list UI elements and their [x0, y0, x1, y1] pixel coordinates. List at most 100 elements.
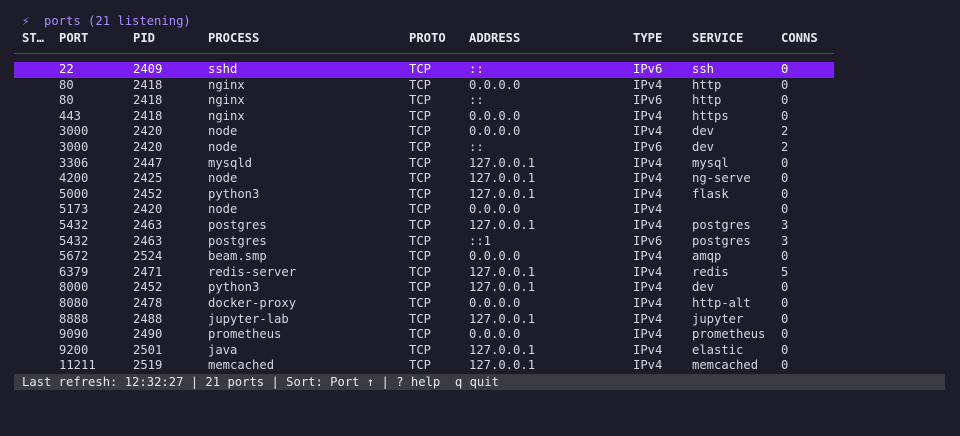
proto-cell: TCP — [409, 249, 432, 264]
proto-cell: TCP — [409, 77, 432, 92]
service-cell: elastic — [692, 342, 744, 357]
table-row[interactable]: 9200 2501 java TCP 127.0.0.1 IPv4 elastic 0 — [14, 343, 834, 359]
table-row[interactable]: 5432 2463 postgres TCP::1 IPv6 postgres 3 — [14, 234, 834, 250]
service-cell: dev — [692, 139, 715, 154]
type-cell: IPv4 — [633, 202, 663, 217]
table-row[interactable]: 5672 2524 beam.smp TCP 0.0.0.0 IPv4 amqp 0 — [14, 249, 834, 265]
proto-cell: TCP — [409, 264, 432, 279]
address-cell: 127.0.0.1 — [469, 186, 536, 201]
pid-cell: 2490 — [133, 327, 163, 342]
table-row[interactable]: 4200 2425 node TCP 127.0.0.1 IPv4 ng-serve 0 — [14, 171, 834, 187]
address-cell: :: — [469, 93, 484, 108]
column-header-pid[interactable]: PID — [133, 30, 155, 46]
proto-cell: TCP — [409, 358, 432, 373]
table-row[interactable]: 80 2418 nginx TCP:: IPv6 http 0 — [14, 93, 834, 109]
proto-cell: TCP — [409, 139, 432, 154]
header-divider — [14, 53, 834, 54]
proto-cell: TCP — [409, 295, 432, 310]
type-cell: IPv4 — [633, 186, 663, 201]
table-row[interactable]: 5173 2420 node TCP 0.0.0.0 IPv4 0 — [14, 202, 834, 218]
column-header-port[interactable]: PORT — [59, 30, 88, 46]
service-cell: ssh — [692, 62, 715, 76]
type-cell: IPv4 — [633, 311, 663, 326]
conns-cell: 0 — [781, 342, 789, 357]
type-cell: IPv4 — [633, 264, 663, 279]
table-row[interactable]: 11211 2519 memcached TCP 127.0.0.1 IPv4 memcac… — [14, 358, 834, 374]
process-cell: node — [208, 202, 238, 217]
port-cell: 8000 — [59, 280, 89, 295]
column-header-type[interactable]: TYPE — [633, 30, 662, 46]
pid-cell: 2501 — [133, 342, 163, 357]
column-header-address[interactable]: ADDRESS — [469, 30, 520, 46]
port-cell: 3000 — [59, 139, 89, 154]
address-cell: 127.0.0.1 — [469, 342, 536, 357]
pid-cell: 2418 — [133, 77, 163, 92]
process-cell: nginx — [208, 93, 245, 108]
process-cell: python3 — [208, 280, 260, 295]
table-row-selected[interactable]: 22 2409 sshd TCP:: IPv6 ssh 0 — [14, 62, 834, 78]
address-cell: 0.0.0.0 — [469, 124, 521, 139]
pid-cell: 2488 — [133, 311, 163, 326]
table-row[interactable]: 8080 2478 docker-proxy TCP 0.0.0.0 IPv4 http-a… — [14, 296, 834, 312]
conns-cell: 0 — [781, 155, 789, 170]
table-row[interactable]: 3306 2447 mysqld TCP 127.0.0.1 IPv4 mysql 0 — [14, 156, 834, 172]
proto-cell: TCP — [409, 202, 432, 217]
panel-title: ⚡ ports (21 listening) — [22, 13, 191, 29]
pid-cell: 2418 — [133, 93, 163, 108]
column-header-state[interactable]: ST… — [22, 30, 44, 46]
column-header-service[interactable]: SERVICE — [692, 30, 743, 46]
table-row[interactable]: 5000 2452 python3 TCP 127.0.0.1 IPv4 flask 0 — [14, 187, 834, 203]
type-cell: IPv4 — [633, 327, 663, 342]
process-cell: node — [208, 171, 238, 186]
service-cell: prometheus — [692, 327, 766, 342]
panel-title-text: ports (21 listening) — [44, 14, 191, 28]
type-cell: IPv4 — [633, 217, 663, 232]
proto-cell: TCP — [409, 108, 432, 123]
pid-cell: 2452 — [133, 186, 163, 201]
table-row[interactable]: 8000 2452 python3 TCP 127.0.0.1 IPv4 dev 0 — [14, 280, 834, 296]
type-cell: IPv4 — [633, 108, 663, 123]
service-cell: memcached — [692, 358, 759, 373]
conns-cell: 0 — [781, 249, 789, 264]
column-header-process[interactable]: PROCESS — [208, 30, 259, 46]
table-row[interactable]: 6379 2471 redis-server TCP 127.0.0.1 IPv4 redi… — [14, 265, 834, 281]
service-cell: amqp — [692, 249, 722, 264]
conns-cell: 0 — [781, 311, 789, 326]
address-cell: 0.0.0.0 — [469, 77, 521, 92]
pid-cell: 2524 — [133, 249, 163, 264]
process-cell: mysqld — [208, 155, 253, 170]
port-cell: 80 — [59, 77, 74, 92]
service-cell: jupyter — [692, 311, 744, 326]
address-cell: 0.0.0.0 — [469, 295, 521, 310]
status-bar-text: Last refresh: 12:32:27 | 21 ports | Sort… — [22, 375, 499, 389]
proto-cell: TCP — [409, 217, 432, 232]
table-row[interactable]: 3000 2420 node TCP:: IPv6 dev 2 — [14, 140, 834, 156]
port-cell: 3306 — [59, 155, 89, 170]
address-cell: :: — [469, 62, 484, 76]
port-cell: 6379 — [59, 264, 89, 279]
pid-cell: 2420 — [133, 124, 163, 139]
service-cell: http — [692, 93, 722, 108]
table-row[interactable]: 5432 2463 postgres TCP 127.0.0.1 IPv4 postgres… — [14, 218, 834, 234]
table-row[interactable]: 443 2418 nginx TCP 0.0.0.0 IPv4 https 0 — [14, 109, 834, 125]
pid-cell: 2463 — [133, 233, 163, 248]
proto-cell: TCP — [409, 233, 432, 248]
pid-cell: 2452 — [133, 280, 163, 295]
address-cell: 127.0.0.1 — [469, 264, 536, 279]
terminal-window: ⚡ ports (21 listening) ST… PORT PID PROCE… — [0, 0, 960, 436]
conns-cell: 2 — [781, 139, 789, 154]
address-cell: 127.0.0.1 — [469, 280, 536, 295]
port-cell: 4200 — [59, 171, 89, 186]
address-cell: ::1 — [469, 233, 492, 248]
table-row[interactable]: 3000 2420 node TCP 0.0.0.0 IPv4 dev 2 — [14, 124, 834, 140]
proto-cell: TCP — [409, 311, 432, 326]
table-row[interactable]: 9090 2490 prometheus TCP 0.0.0.0 IPv4 promethe… — [14, 327, 834, 343]
column-header-proto[interactable]: PROTO — [409, 30, 446, 46]
address-cell: :: — [469, 139, 484, 154]
table-row[interactable]: 8888 2488 jupyter-lab TCP 127.0.0.1 IPv4 jupyt… — [14, 312, 834, 328]
column-header-conns[interactable]: CONNS — [781, 30, 818, 46]
table-row[interactable]: 80 2418 nginx TCP 0.0.0.0 IPv4 http 0 — [14, 78, 834, 94]
address-cell: 127.0.0.1 — [469, 358, 536, 373]
process-cell: beam.smp — [208, 249, 267, 264]
type-cell: IPv4 — [633, 155, 663, 170]
